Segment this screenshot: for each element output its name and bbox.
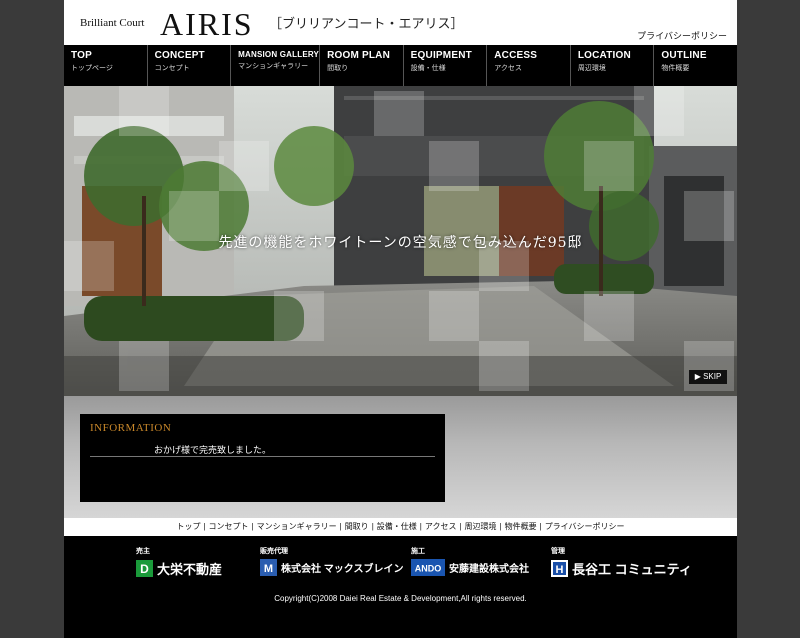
main-nav: TOP トップページ CONCEPT コンセプト MANSION GALLERY… — [64, 45, 737, 86]
company-role: 販売代理 — [260, 548, 288, 555]
nav-item-equipment[interactable]: EQUIPMENT 設備・仕様 — [404, 45, 488, 86]
company-section: 売主 D 大栄不動産 販売代理 M 株式会社 マックスブレイン 施工 ANDO … — [64, 536, 737, 638]
copyright-text: Copyright(C)2008 Daiei Real Estate & Dev… — [274, 594, 527, 603]
company-name: 大栄不動産 — [157, 562, 223, 577]
company-role: 施工 — [411, 548, 425, 555]
nav-item-label: OUTLINE — [661, 50, 707, 61]
page: Brilliant Court AIRIS ［ブリリアンコート・エアリス］ プラ… — [64, 0, 737, 638]
company-seller[interactable]: 売主 D 大栄不動産 — [136, 546, 222, 578]
footer-link-concept[interactable]: コンセプト — [209, 522, 249, 531]
hero-caption: 先進の機能をホワイトーンの空気感で包み込んだ95邸 — [218, 235, 583, 251]
hero-image: 先進の機能をホワイトーンの空気感で包み込んだ95邸 ▶ SKIP — [64, 86, 737, 396]
nav-item-sublabel: 物件概要 — [661, 65, 690, 72]
brand-kana-text: ［ブリリアンコート・エアリス］ — [269, 17, 464, 32]
footer-link-mansion-gallery[interactable]: マンションギャラリー — [257, 522, 337, 531]
company-role: 売主 — [136, 548, 150, 555]
nav-item-label: ROOM PLAN — [327, 50, 391, 61]
company-agent[interactable]: 販売代理 M 株式会社 マックスブレイン — [260, 546, 403, 576]
nav-item-sublabel: 設備・仕様 — [410, 65, 446, 72]
nav-item-label: TOP — [71, 50, 92, 61]
footer-separator: | — [459, 522, 462, 531]
nav-item-sublabel: マンションギャラリー — [238, 63, 309, 70]
nav-item-sublabel: トップページ — [71, 65, 113, 72]
nav-item-label: MANSION GALLERY — [238, 50, 320, 59]
svg-text:M: M — [264, 563, 273, 575]
nav-item-label: CONCEPT — [154, 50, 205, 61]
footer-link-access[interactable]: アクセス — [425, 522, 457, 531]
information-message: おかげ様で完売致しました。 — [154, 445, 272, 455]
footer-separator: | — [499, 522, 502, 531]
footer-link-outline[interactable]: 物件概要 — [505, 522, 537, 531]
company-name: 株式会社 マックスブレイン — [281, 564, 404, 575]
skip-button[interactable]: ▶ SKIP — [689, 370, 727, 384]
company-builder[interactable]: 施工 ANDO 安藤建設株式会社 — [411, 546, 529, 576]
footer-link-top[interactable]: トップ — [176, 522, 200, 531]
information-title: INFORMATION — [90, 422, 172, 434]
haseko-logo-icon: H — [551, 560, 568, 577]
ando-logo-icon: ANDO — [411, 559, 445, 576]
nav-item-label: EQUIPMENT — [410, 50, 472, 61]
nav-item-label: ACCESS — [494, 50, 538, 61]
nav-item-mansion-gallery[interactable]: MANSION GALLERY マンションギャラリー — [231, 45, 321, 86]
footer-link-location[interactable]: 周辺環境 — [465, 522, 497, 531]
footer-link-room-plan[interactable]: 間取り — [345, 522, 369, 531]
footer-link-equipment[interactable]: 設備・仕様 — [377, 522, 417, 531]
nav-item-sublabel: 周辺環境 — [577, 65, 606, 72]
nav-item-room-plan[interactable]: ROOM PLAN 間取り — [320, 45, 404, 86]
brand-small-text: Brilliant Court — [80, 17, 145, 29]
nav-item-concept[interactable]: CONCEPT コンセプト — [148, 45, 232, 86]
svg-text:ANDO: ANDO — [415, 564, 442, 574]
information-box: INFORMATION おかげ様で完売致しました。 — [80, 414, 445, 502]
svg-text:D: D — [140, 562, 149, 576]
company-role: 管理 — [551, 548, 565, 555]
footer-separator: | — [251, 522, 254, 531]
nav-item-sublabel: コンセプト — [154, 65, 190, 72]
footer-nav: トップ | コンセプト | マンションギャラリー | 間取り | 設備・仕様 | アクセス | 周辺環境… — [64, 518, 737, 536]
nav-item-outline[interactable]: OUTLINE 物件概要 — [654, 45, 737, 86]
daiei-logo-icon: D — [136, 560, 153, 577]
footer-separator: | — [203, 522, 206, 531]
maxbrain-logo-icon: M — [260, 559, 277, 576]
footer-separator: | — [539, 522, 542, 531]
footer-link-privacy[interactable]: プライバシーポリシー — [545, 522, 625, 531]
footer-separator: | — [419, 522, 422, 531]
nav-item-sublabel: 間取り — [327, 65, 349, 72]
nav-item-access[interactable]: ACCESS アクセス — [487, 45, 571, 86]
brand-logo[interactable]: AIRIS — [160, 6, 254, 43]
footer-separator: | — [371, 522, 374, 531]
information-divider — [90, 456, 435, 457]
information-section: INFORMATION おかげ様で完売致しました。 — [64, 396, 737, 518]
company-name: 長谷工 コミュニティ — [572, 562, 692, 577]
privacy-policy-link[interactable]: プライバシーポリシー — [637, 29, 727, 42]
company-name: 安藤建設株式会社 — [449, 564, 529, 575]
nav-item-sublabel: アクセス — [494, 65, 522, 72]
svg-text:H: H — [556, 564, 564, 576]
nav-item-location[interactable]: LOCATION 周辺環境 — [571, 45, 655, 86]
nav-item-top[interactable]: TOP トップページ — [64, 45, 148, 86]
company-management[interactable]: 管理 H 長谷工 コミュニティ — [551, 546, 692, 578]
footer-separator: | — [339, 522, 342, 531]
nav-item-label: LOCATION — [577, 50, 631, 61]
header: Brilliant Court AIRIS ［ブリリアンコート・エアリス］ プラ… — [64, 0, 737, 45]
